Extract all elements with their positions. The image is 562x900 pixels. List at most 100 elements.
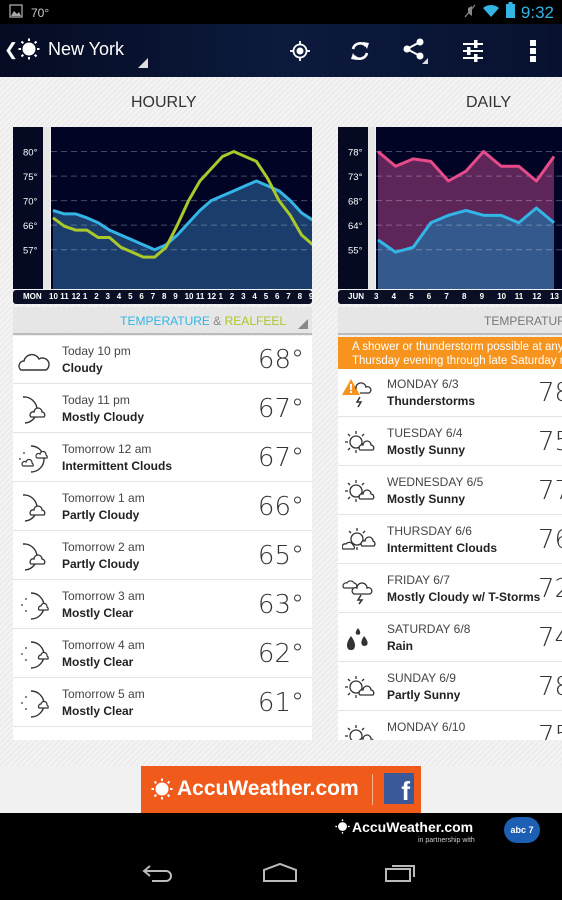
x-tick-label: 12 — [71, 292, 81, 301]
hourly-temp: 61° — [257, 688, 304, 718]
refresh-icon — [351, 42, 369, 60]
home-icon — [263, 862, 297, 882]
y-tick-label: 75° — [23, 172, 38, 183]
hourly-row[interactable]: Tomorrow 5 am Mostly Clear 61° — [13, 679, 312, 727]
x-tick-label: 5 — [263, 292, 269, 301]
hourly-list[interactable]: Today 10 pm Cloudy 68° Today 11 pm Mostly Cl… — [13, 336, 312, 740]
alert-storm-icon — [342, 379, 372, 408]
y-tick-label: 73° — [348, 172, 363, 183]
daily-condition: Mostly Sunny — [387, 492, 466, 506]
x-tick-label: 13 — [550, 292, 559, 301]
battery-icon — [505, 2, 515, 23]
x-tick-label: 9 — [479, 292, 485, 301]
daily-row[interactable]: SUNDAY 6/9 Partly Sunny 78 — [338, 663, 562, 711]
refresh-button[interactable] — [345, 36, 375, 66]
chevron-left-icon: ❮ — [4, 40, 19, 59]
moon-stars-icon — [21, 690, 49, 718]
ad-brand: AccuWeather.com — [177, 777, 359, 800]
x-tick-label: 10 — [49, 292, 58, 301]
daily-day: MONDAY 6/3 — [387, 377, 459, 391]
clock: 9:32 — [520, 2, 554, 22]
daily-condition: Partly Sunny — [387, 688, 461, 702]
x-tick-label: 9 — [173, 292, 178, 301]
daily-legend-bar[interactable]: TEMPERATURE — [338, 307, 562, 335]
hourly-row[interactable]: Tomorrow 4 am Mostly Clear 62° — [13, 630, 312, 678]
legend-temperature: TEMPERATURE — [120, 314, 210, 328]
rain-drops-icon — [347, 628, 368, 650]
system-navigation: AccuWeather.com in partnership with abc … — [0, 813, 562, 900]
alert-line-2: Thursday evening through late Saturday n — [352, 355, 562, 367]
alert-line-1: A shower or thunderstorm possible at any — [352, 341, 562, 353]
location-selector[interactable]: New York — [48, 39, 124, 60]
y-axis-divider — [43, 127, 50, 289]
moon-cloud-icon — [22, 494, 46, 522]
sun-clouds-icon — [342, 528, 376, 550]
x-tick-label: 2 — [94, 292, 99, 301]
hourly-condition: Partly Cloudy — [62, 508, 140, 522]
hourly-temp: 65° — [257, 541, 304, 571]
hourly-legend-bar[interactable]: TEMPERATURE & REALFEEL — [13, 307, 312, 335]
hourly-row[interactable]: Today 11 pm Mostly Cloudy 67° — [13, 385, 312, 433]
y-tick-label: 68° — [348, 197, 363, 208]
daily-temp: 74 — [538, 623, 562, 653]
hourly-row[interactable]: Tomorrow 12 am Intermittent Clouds 67° — [13, 434, 312, 482]
share-button[interactable] — [400, 36, 430, 66]
recents-nav-button[interactable] — [384, 861, 420, 887]
overflow-menu-button[interactable] — [518, 36, 548, 66]
overflow-menu-icon — [530, 40, 536, 62]
y-axis-divider — [368, 127, 375, 289]
moon-stars-icon — [21, 592, 49, 620]
x-tick-label: 3 — [105, 292, 110, 301]
daily-temp: 77 — [538, 476, 562, 506]
daily-condition: Mostly Cloudy w/ T-Storms — [387, 590, 541, 604]
daily-row[interactable]: SATURDAY 6/8 Rain 74 — [338, 614, 562, 662]
x-tick-label: 10 — [497, 292, 507, 301]
hourly-row[interactable]: Tomorrow 2 am Partly Cloudy 65° — [13, 532, 312, 580]
abc7-logo: abc 7 — [504, 817, 540, 843]
back-arrow-icon — [142, 865, 172, 882]
daily-row[interactable]: TUESDAY 6/4 Mostly Sunny 75 — [338, 418, 562, 466]
daily-row[interactable]: THURSDAY 6/6 Intermittent Clouds 76 — [338, 516, 562, 564]
app-bar: ❮ New York — [0, 24, 562, 77]
home-nav-button[interactable] — [262, 861, 302, 887]
notification-temp: 70° — [31, 5, 50, 20]
hourly-chart: 80° 75° 70° 66° 57° — [13, 127, 314, 289]
hourly-time: Today 11 pm — [62, 393, 130, 407]
x-tick-label: 3 — [241, 292, 246, 301]
x-tick-label: 11 — [195, 292, 205, 301]
x-tick-label: 8 — [462, 292, 467, 301]
daily-chart: 78° 73° 68° 64° 55° — [338, 127, 562, 289]
status-bar: 70° 9:32 — [0, 0, 562, 24]
recents-icon — [385, 865, 415, 882]
daily-list[interactable]: MONDAY 6/3 Thunderstorms 78 TUESDAY 6/4 Most… — [338, 369, 562, 740]
hourly-chart-svg: 80° 75° 70° 66° 57° — [13, 127, 314, 289]
weather-alert-banner[interactable]: A shower or thunderstorm possible at any… — [338, 337, 562, 369]
back-button[interactable]: ❮ — [2, 38, 42, 64]
daily-condition: Rain — [387, 639, 414, 653]
x-axis-day-label: JUN — [348, 292, 365, 301]
hourly-row[interactable]: Tomorrow 1 am Partly Cloudy 66° — [13, 483, 312, 531]
x-tick-label: 5 — [409, 292, 414, 301]
facebook-icon: f — [384, 773, 414, 806]
moon-stars-icon — [21, 641, 49, 669]
daily-row[interactable]: MONDAY 6/3 Thunderstorms 78 — [338, 369, 562, 417]
hourly-row[interactable]: Today 10 pm Cloudy 68° — [13, 336, 312, 384]
hourly-temp: 67° — [257, 443, 304, 473]
daily-row[interactable]: MONDAY 6/10 75 — [338, 712, 562, 740]
daily-temp: 76 — [538, 525, 562, 555]
hourly-temp: 66° — [257, 492, 304, 522]
locate-button[interactable] — [285, 36, 315, 66]
back-nav-button[interactable] — [140, 863, 184, 889]
daily-condition: Mostly Sunny — [387, 443, 466, 457]
daily-row[interactable]: WEDNESDAY 6/5 Mostly Sunny 77 — [338, 467, 562, 515]
daily-row[interactable]: FRIDAY 6/7 Mostly Cloudy w/ T-Storms72 — [338, 565, 562, 613]
x-tick-label: 11 — [514, 292, 524, 301]
daily-temp: 75 — [538, 427, 562, 457]
moon-cloud-icon — [22, 396, 46, 424]
x-tick-label: 1 — [82, 292, 88, 301]
settings-button[interactable] — [458, 36, 488, 66]
y-tick-label: 70° — [23, 197, 38, 208]
ad-banner[interactable]: AccuWeather.com f — [141, 766, 421, 813]
y-tick-label: 66° — [23, 221, 38, 232]
hourly-row[interactable]: Tomorrow 3 am Mostly Clear 63° — [13, 581, 312, 629]
